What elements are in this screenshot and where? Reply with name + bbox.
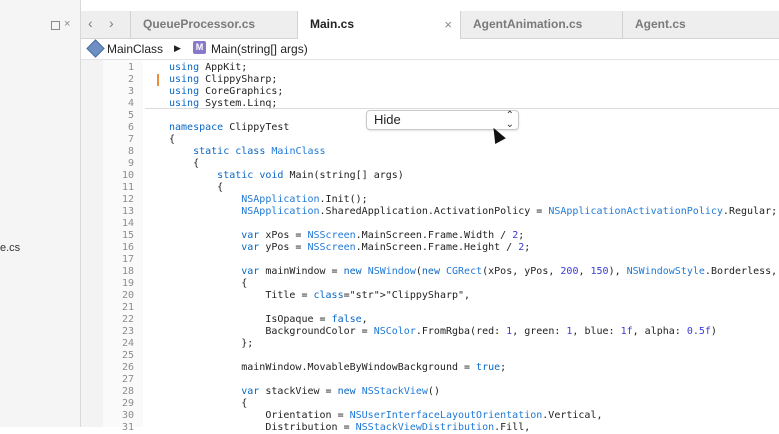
forward-chevron-icon[interactable]: › [109, 16, 114, 30]
line-number: 7 [127, 134, 134, 145]
line-number: 19 [121, 278, 134, 289]
line-number: 12 [121, 194, 134, 205]
code-line[interactable]: var mainWindow = new NSWindow(new CGRect… [169, 266, 779, 278]
line-number: 6 [127, 122, 134, 133]
code-line[interactable]: using AppKit; [169, 62, 779, 74]
line-number: 24 [121, 338, 134, 349]
code-line[interactable]: var stackView = new NSStackView() [169, 386, 779, 398]
code-line[interactable]: ​ [169, 350, 779, 362]
line-number: 14 [121, 218, 134, 229]
change-marker [157, 74, 159, 86]
popup-value: Hide [374, 112, 401, 127]
code-line[interactable]: ​ [169, 302, 779, 314]
line-number: 4 [127, 98, 134, 109]
code-line[interactable]: NSApplication.Init(); [169, 194, 779, 206]
line-number: 29 [121, 398, 134, 409]
code-line[interactable]: { [169, 278, 779, 290]
breadcrumb-method[interactable]: Main(string[] args) [211, 42, 308, 56]
code-line[interactable]: mainWindow.MovableByWindowBackground = t… [169, 362, 779, 374]
code-line[interactable]: { [169, 398, 779, 410]
code-line[interactable]: }; [169, 338, 779, 350]
line-number: 9 [127, 158, 134, 169]
line-numbers: 1 2 3 4 5 6 7 8 9 10 11 12 13 14 15 16 17 18 19 20 21 22 23 24 2… [103, 62, 134, 434]
separator-line [145, 108, 779, 109]
pane-toggle-icon[interactable] [51, 21, 60, 30]
line-number: 3 [127, 86, 134, 97]
tab-label: Agent.cs [635, 17, 686, 31]
line-number: 22 [121, 314, 134, 325]
line-number: 23 [121, 326, 134, 337]
code-line[interactable]: IsOpaque = false, [169, 314, 779, 326]
line-number: 11 [121, 182, 134, 193]
tab-queueprocessor[interactable]: QueueProcessor.cs [130, 11, 297, 38]
code-line[interactable]: BackgroundColor = NSColor.FromRgba(red: … [169, 326, 779, 338]
method-icon: M [193, 41, 206, 54]
updown-chevron-icon: ⌃ ⌄ [505, 110, 514, 130]
line-number: 26 [121, 362, 134, 373]
breadcrumb-separator-icon: ▶ [174, 43, 181, 53]
code-line[interactable]: using ClippySharp; [169, 74, 779, 86]
line-number: 17 [121, 254, 134, 265]
code-line[interactable]: { [169, 182, 779, 194]
line-number: 27 [121, 374, 134, 385]
tab-agentanimation[interactable]: AgentAnimation.cs [460, 11, 622, 38]
back-chevron-icon[interactable]: ‹ [88, 16, 93, 30]
breadcrumb-class[interactable]: MainClass [107, 42, 163, 56]
line-number: 10 [121, 170, 134, 181]
code-line[interactable]: var xPos = NSScreen.MainScreen.Frame.Wid… [169, 230, 779, 242]
pane-close-icon[interactable]: × [64, 18, 70, 30]
line-number: 20 [121, 290, 134, 301]
line-number: 15 [121, 230, 134, 241]
navigator-pane: × e.cs [0, 0, 81, 427]
class-icon [86, 39, 105, 58]
line-number: 8 [127, 146, 134, 157]
gutter-margin [81, 60, 103, 427]
code-line[interactable]: { [169, 134, 779, 146]
line-number: 16 [121, 242, 134, 253]
code-line[interactable]: static class MainClass [169, 146, 779, 158]
code-line[interactable]: var yPos = NSScreen.MainScreen.Frame.Hei… [169, 242, 779, 254]
line-number: 30 [121, 410, 134, 421]
code-line[interactable]: Distribution = NSStackViewDistribution.F… [169, 422, 779, 434]
code-line[interactable]: Orientation = NSUserInterfaceLayoutOrien… [169, 410, 779, 422]
tab-label: QueueProcessor.cs [143, 17, 256, 31]
tab-agent[interactable]: Agent.cs [622, 11, 779, 38]
file-name-fragment[interactable]: e.cs [0, 242, 20, 254]
tab-bar: ‹ › QueueProcessor.cs Main.cs × AgentAni… [81, 11, 779, 39]
tab-label: AgentAnimation.cs [473, 17, 583, 31]
line-number: 31 [121, 422, 134, 433]
line-number: 1 [127, 62, 134, 73]
code-line[interactable]: ​ [169, 254, 779, 266]
line-number: 25 [121, 350, 134, 361]
tab-label: Main.cs [310, 17, 355, 31]
code-line[interactable]: using CoreGraphics; [169, 86, 779, 98]
line-number: 21 [121, 302, 134, 313]
close-tab-icon[interactable]: × [444, 11, 452, 38]
code-line[interactable]: ​ [169, 374, 779, 386]
line-number: 18 [121, 266, 134, 277]
line-number: 5 [127, 110, 134, 121]
code-line[interactable]: { [169, 158, 779, 170]
code-line[interactable]: ​ [169, 218, 779, 230]
breadcrumb: MainClass ▶ M Main(string[] args) [81, 39, 779, 60]
line-number: 13 [121, 206, 134, 217]
code-line[interactable]: Title = class="str">"ClippySharp", [169, 290, 779, 302]
code-line[interactable]: NSApplication.SharedApplication.Activati… [169, 206, 779, 218]
line-number: 28 [121, 386, 134, 397]
code-line[interactable]: static void Main(string[] args) [169, 170, 779, 182]
line-number: 2 [127, 74, 134, 85]
tab-main[interactable]: Main.cs × [297, 11, 460, 39]
